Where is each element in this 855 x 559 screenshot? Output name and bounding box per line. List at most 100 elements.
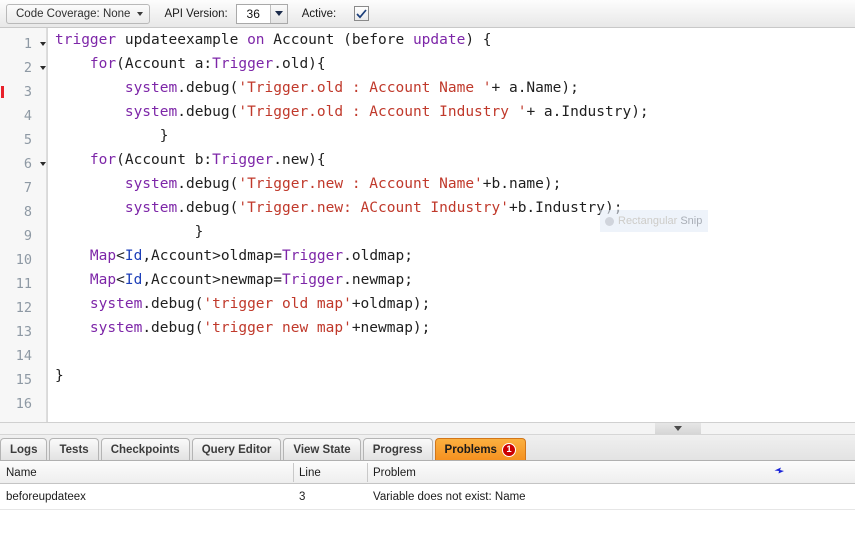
code-token <box>55 176 125 192</box>
code-token <box>55 296 90 312</box>
line-number: 6 <box>0 152 32 176</box>
table-row[interactable]: beforeupdateex3Variable does not exist: … <box>0 484 855 510</box>
active-checkbox[interactable] <box>354 6 369 21</box>
code-line[interactable]: system.debug('Trigger.new : Account Name… <box>55 172 855 196</box>
caret-down-icon <box>674 426 682 431</box>
checkmark-icon <box>356 9 367 19</box>
code-line[interactable]: system.debug('Trigger.old : Account Indu… <box>55 100 855 124</box>
code-token: 'Trigger.old : Account Name ' <box>238 80 491 96</box>
code-line[interactable] <box>55 340 855 364</box>
tab-view-state[interactable]: View State <box>283 438 360 460</box>
tab-query-editor[interactable]: Query Editor <box>192 438 282 460</box>
tab-label: Logs <box>10 444 37 456</box>
tab-tests[interactable]: Tests <box>49 438 98 460</box>
tab-problems[interactable]: Problems1 <box>435 438 526 460</box>
problems-table-header: NameLineProblem <box>0 461 855 484</box>
splitter-collapse-handle[interactable] <box>655 423 701 434</box>
code-coverage-dropdown[interactable]: Code Coverage: None <box>6 4 150 24</box>
bottom-tab-bar: Logs TestsCheckpoints Query Editor View Sta… <box>0 435 855 461</box>
code-token: } <box>55 128 169 144</box>
code-line[interactable]: for(Account b:Trigger.new){ <box>55 148 855 172</box>
code-line[interactable]: } <box>55 124 855 148</box>
code-token <box>55 152 90 168</box>
line-number: 7 <box>0 176 32 200</box>
code-line[interactable]: trigger updateexample on Account (before… <box>55 28 855 52</box>
code-token <box>55 56 90 72</box>
chevron-down-icon <box>137 12 143 16</box>
code-token: for <box>90 152 116 168</box>
code-token: } <box>55 368 64 384</box>
active-label: Active: <box>302 8 337 20</box>
tab-label: Query Editor <box>202 444 272 456</box>
line-number: 13 <box>0 320 32 344</box>
code-token: .debug( <box>177 200 238 216</box>
line-number: 11 <box>0 272 32 296</box>
code-line[interactable]: } <box>55 220 855 244</box>
code-line[interactable]: system.debug('trigger new map'+newmap); <box>55 316 855 340</box>
code-token: .debug( <box>142 320 203 336</box>
code-content[interactable]: trigger updateexample on Account (before… <box>55 28 855 422</box>
tab-label: Progress <box>373 444 423 456</box>
code-token <box>55 80 125 96</box>
caret-down-icon[interactable] <box>38 32 47 56</box>
panel-splitter[interactable] <box>0 422 855 435</box>
api-version-label: API Version: <box>164 8 227 20</box>
code-line[interactable]: for(Account a:Trigger.old){ <box>55 52 855 76</box>
api-version-select[interactable]: 36 <box>236 4 288 24</box>
problems-panel: NameLineProblem beforeupdateex3Variable … <box>0 461 855 559</box>
top-toolbar: Code Coverage: None API Version: 36 Acti… <box>0 0 855 28</box>
code-token: +b.name); <box>483 176 562 192</box>
code-line[interactable] <box>55 388 855 412</box>
code-token: ) { <box>465 32 491 48</box>
line-number: 15 <box>0 368 32 392</box>
code-token: .debug( <box>177 80 238 96</box>
code-token: 'Trigger.old : Account Industry ' <box>238 104 526 120</box>
column-header[interactable]: Name <box>0 461 293 484</box>
line-number: 14 <box>0 344 32 368</box>
tab-checkpoints[interactable]: Checkpoints <box>101 438 190 460</box>
code-editor[interactable]: 12345678910111213141516 trigger updateex… <box>0 28 855 422</box>
column-divider[interactable] <box>367 463 368 482</box>
code-token: .oldmap; <box>343 248 413 264</box>
code-token: + a.Industry); <box>526 104 648 120</box>
code-token: 'trigger old map' <box>203 296 351 312</box>
code-token: Id <box>125 248 142 264</box>
status-badge: 1 <box>502 443 516 457</box>
column-header[interactable]: Line <box>293 461 367 484</box>
error-exclamation-icon <box>0 80 5 104</box>
code-token: trigger <box>55 32 116 48</box>
code-token: .newmap; <box>343 272 413 288</box>
table-cell: beforeupdateex <box>0 484 293 510</box>
code-token: Account (before <box>265 32 413 48</box>
column-header[interactable]: Problem <box>367 461 855 484</box>
chevron-down-icon[interactable] <box>270 5 287 23</box>
code-line[interactable]: system.debug('Trigger.new: ACcount Indus… <box>55 196 855 220</box>
code-token: system <box>90 296 142 312</box>
line-number: 9 <box>0 224 32 248</box>
tab-logs[interactable]: Logs <box>0 438 47 460</box>
code-token: .debug( <box>142 296 203 312</box>
code-token: (Account b: <box>116 152 212 168</box>
code-token: system <box>125 200 177 216</box>
line-number: 5 <box>0 128 32 152</box>
tab-label: View State <box>293 444 350 456</box>
line-number: 4 <box>0 104 32 128</box>
code-line[interactable]: } <box>55 364 855 388</box>
code-line[interactable]: Map<Id,Account>oldmap=Trigger.oldmap; <box>55 244 855 268</box>
column-divider[interactable] <box>293 463 294 482</box>
code-token <box>55 104 125 120</box>
code-token: .debug( <box>177 176 238 192</box>
tab-progress[interactable]: Progress <box>363 438 433 460</box>
line-number: 12 <box>0 296 32 320</box>
code-line[interactable]: system.debug('Trigger.old : Account Name… <box>55 76 855 100</box>
code-token: system <box>125 80 177 96</box>
code-token: < <box>116 272 125 288</box>
gutter-divider <box>47 28 48 422</box>
code-token: + a.Name); <box>492 80 579 96</box>
code-line[interactable]: system.debug('trigger old map'+oldmap); <box>55 292 855 316</box>
code-token: for <box>90 56 116 72</box>
table-cell: Variable does not exist: Name <box>367 484 855 510</box>
code-line[interactable]: Map<Id,Account>newmap=Trigger.newmap; <box>55 268 855 292</box>
caret-down-icon[interactable] <box>38 56 47 80</box>
caret-down-icon[interactable] <box>38 152 47 176</box>
